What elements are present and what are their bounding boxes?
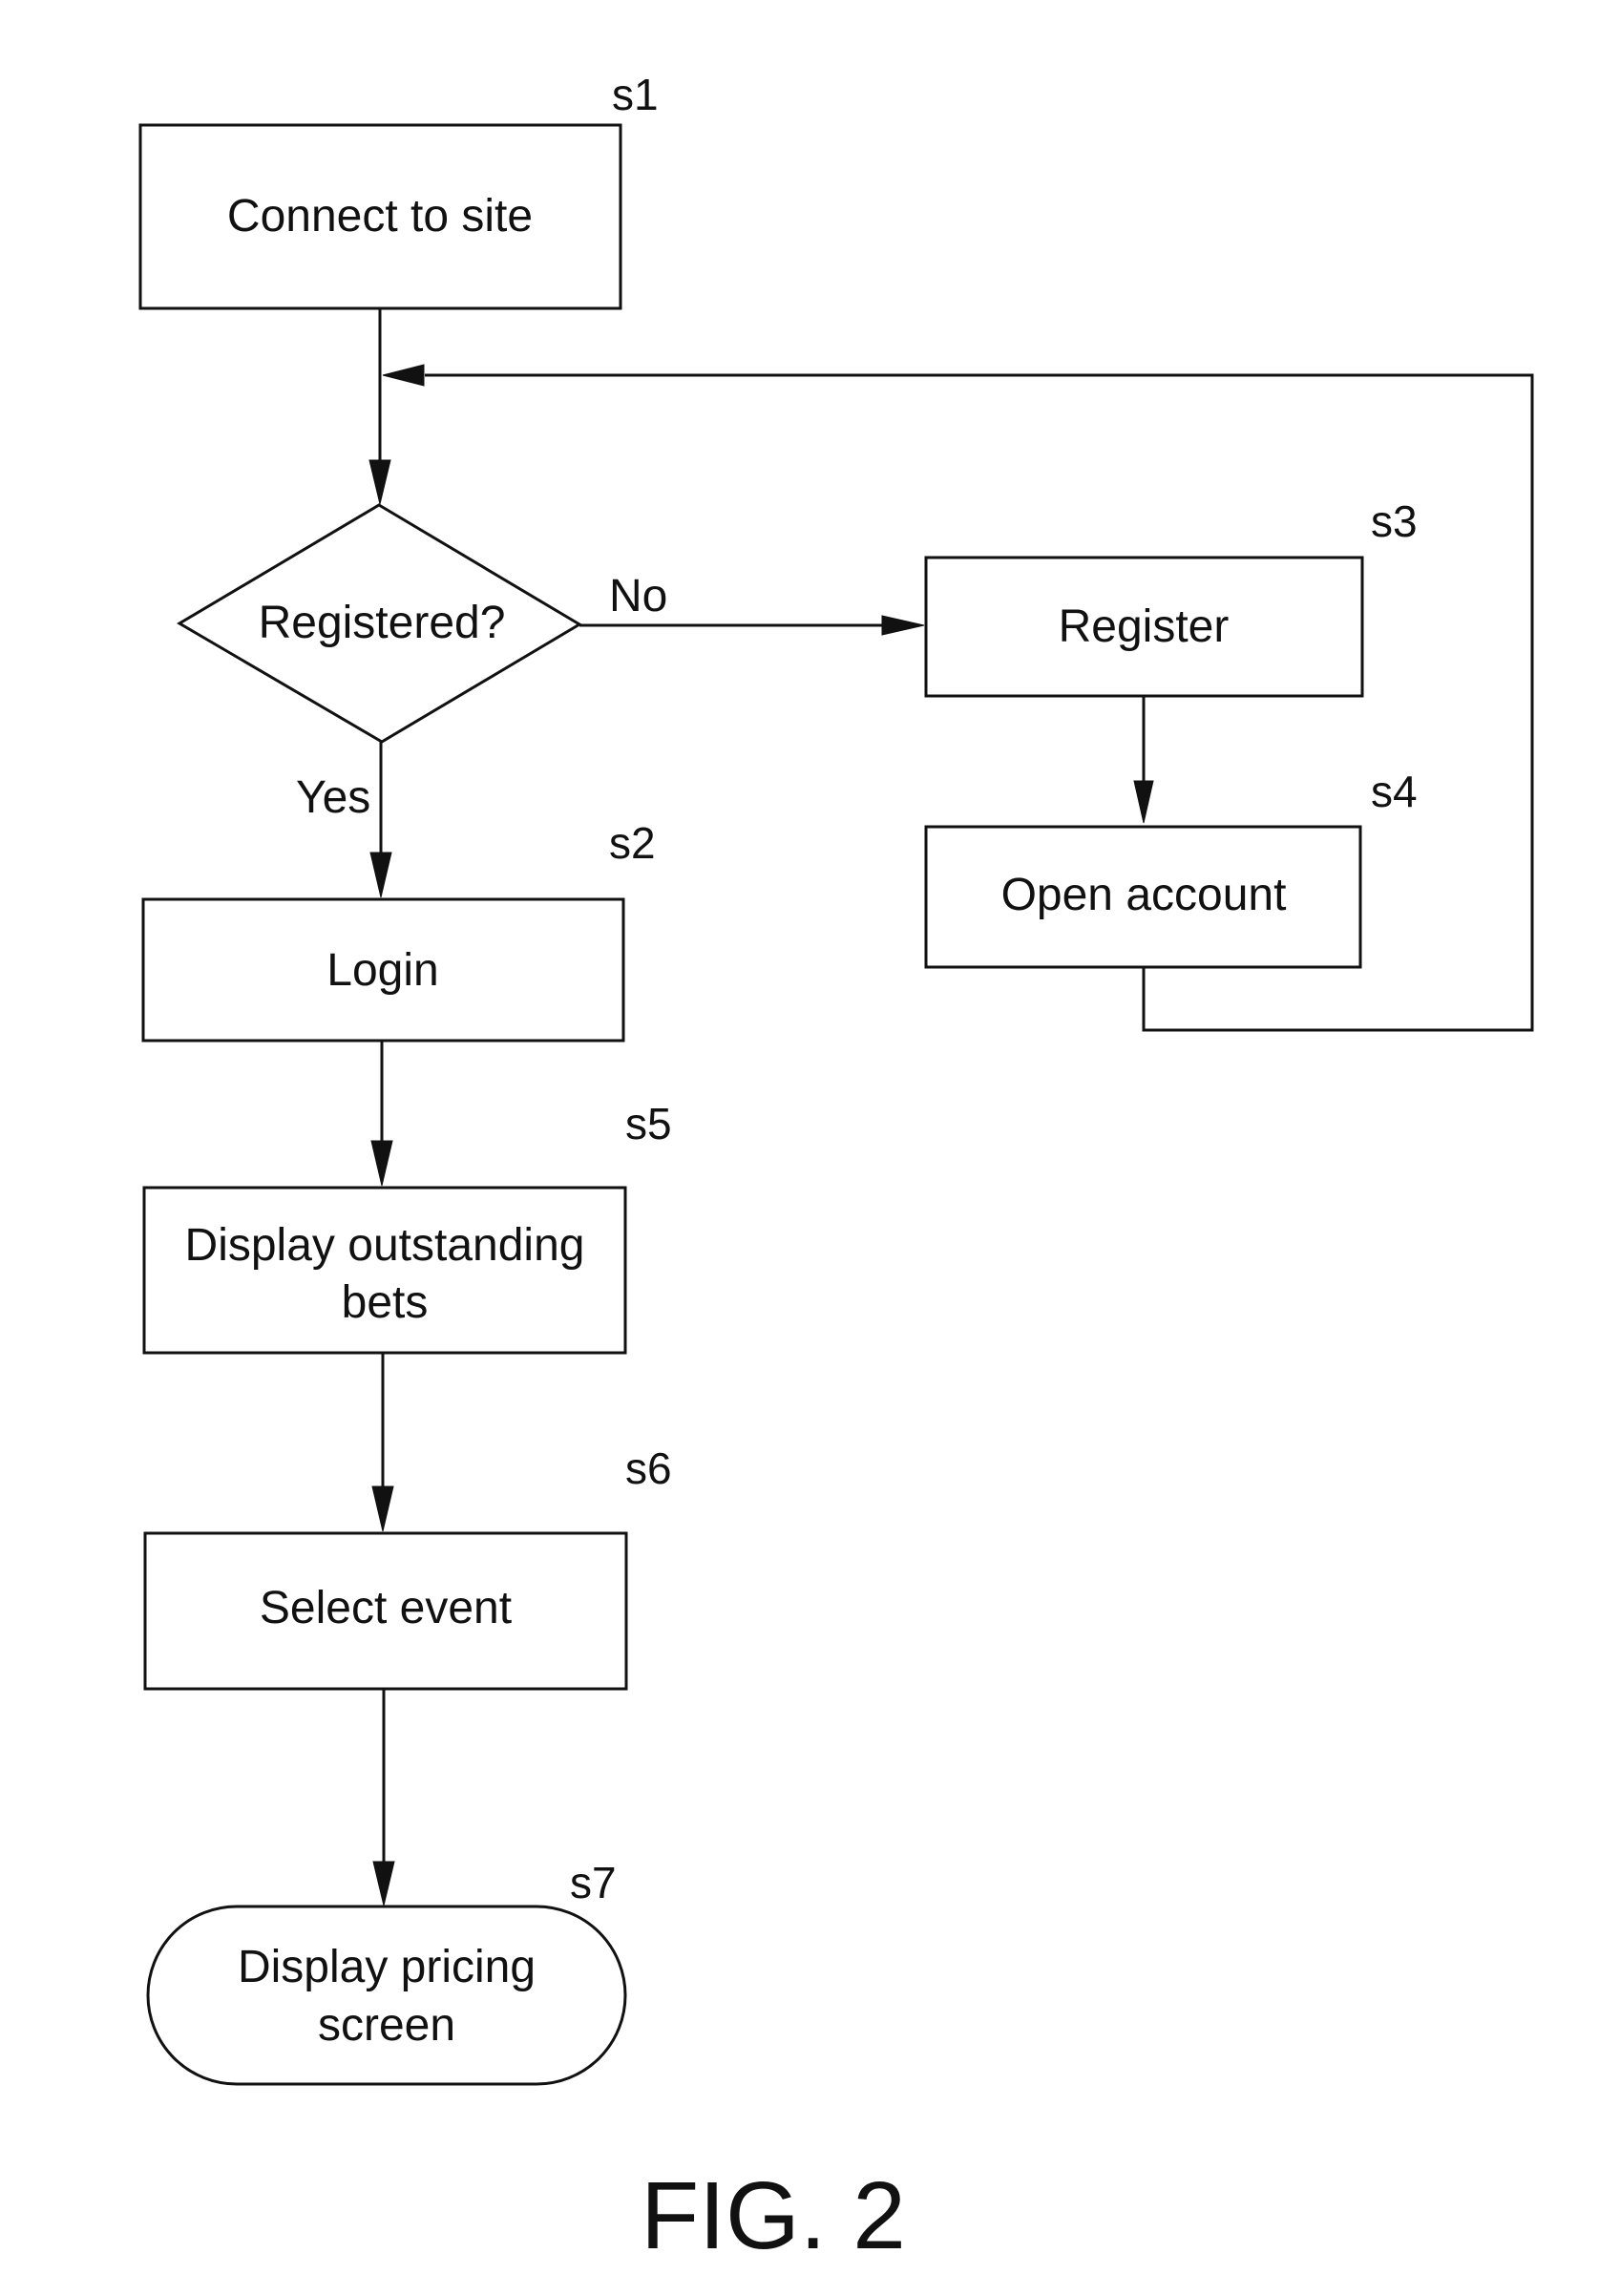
step-id-s3: s3 (1371, 496, 1418, 546)
arrowhead-loop-back (382, 364, 425, 387)
node-label-line-2: bets (342, 1277, 429, 1328)
arrowhead-s2-to-s5 (370, 1140, 393, 1187)
step-id-s4: s4 (1371, 767, 1418, 816)
node-s5-display-outstanding-bets: Display outstanding bets s5 (142, 1099, 672, 1355)
node-label: Register (1059, 601, 1230, 652)
flowchart: Connect to site s1 Registered? No Yes Re… (138, 70, 1534, 2269)
edge-label-yes: Yes (296, 772, 370, 823)
terminal-shape (146, 1905, 627, 2086)
node-s1-connect-to-site: Connect to site s1 (138, 70, 659, 310)
step-id-s2: s2 (609, 818, 656, 868)
node-label-line-1: Display outstanding (185, 1220, 585, 1271)
node-decision-registered: Registered? No Yes (177, 503, 667, 823)
arrowhead-decision-to-s2 (369, 852, 392, 898)
node-s2-login: Login s2 (141, 818, 656, 1043)
node-label: Login (326, 945, 438, 996)
arrowhead-s6-to-s7 (372, 1861, 395, 1906)
node-label: Open account (1001, 870, 1287, 920)
step-id-s6: s6 (625, 1443, 672, 1493)
step-id-s7: s7 (570, 1858, 617, 1907)
node-s4-open-account: Open account s4 (924, 767, 1418, 969)
arrowhead-s5-to-s6 (371, 1485, 394, 1532)
node-label: Registered? (259, 598, 506, 648)
arrowhead-s1-to-decision (368, 459, 391, 505)
step-id-s1: s1 (612, 70, 659, 119)
node-label: Connect to site (227, 191, 533, 242)
step-id-s5: s5 (625, 1099, 672, 1148)
node-label-line-1: Display pricing (238, 1942, 536, 1992)
figure-caption: FIG. 2 (641, 2162, 906, 2269)
arrowhead-s3-to-s4 (1133, 780, 1154, 824)
node-label: Select event (260, 1583, 512, 1633)
node-s3-register: Register s3 (924, 496, 1418, 698)
node-s6-select-event: Select event s6 (143, 1443, 672, 1691)
arrowhead-decision-to-s3 (881, 615, 925, 636)
node-label-line-2: screen (318, 2000, 455, 2051)
edge-label-no: No (609, 571, 667, 621)
